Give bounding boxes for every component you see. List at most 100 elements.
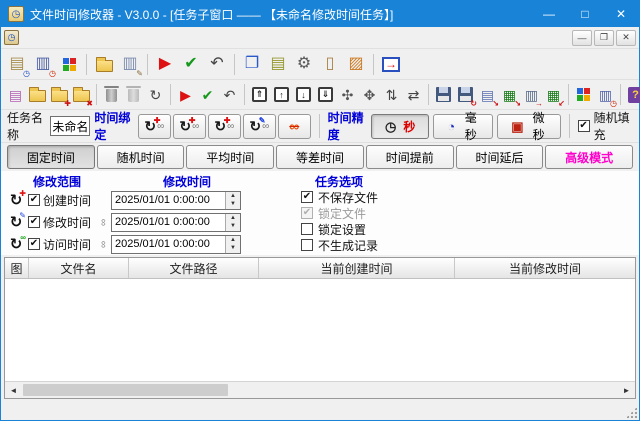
no-record-checkbox[interactable]: [301, 239, 313, 251]
refresh-list-icon[interactable]: ↻: [145, 84, 166, 106]
precision-seconds-button[interactable]: ◷ 秒: [371, 114, 429, 139]
unbind-all-button[interactable]: ∞: [278, 114, 311, 139]
resize-grip[interactable]: [626, 407, 637, 418]
modify-time-row: ↻✎ 修改时间 ∞ ▲▼: [7, 211, 297, 233]
run-task-icon[interactable]: ▶: [153, 52, 177, 76]
minimize-button[interactable]: —: [531, 1, 567, 27]
paste-add-files-icon[interactable]: ▤: [5, 84, 26, 106]
titlebar: ◷ 文件时间修改器 - V3.0.0 - [任务子窗口 —— 【未命名修改时间任…: [1, 1, 639, 27]
spread-out-icon[interactable]: ✣: [337, 84, 358, 106]
access-time-checkbox[interactable]: [28, 238, 40, 250]
tab-time-advance[interactable]: 时间提前: [366, 145, 454, 169]
precision-milliseconds-button[interactable]: ◔ 毫秒: [433, 114, 493, 139]
task-window-icon[interactable]: ◷: [4, 30, 19, 45]
program-modules-icon[interactable]: [57, 52, 81, 76]
move-down-icon[interactable]: ↓: [293, 84, 314, 106]
task-name-input[interactable]: [50, 116, 90, 136]
task-windows-icon[interactable]: ❐: [240, 52, 264, 76]
task-name-label: 任务名称: [7, 109, 46, 143]
link-icon[interactable]: ∞: [98, 217, 109, 227]
apply-check-icon[interactable]: ✔: [197, 84, 218, 106]
clear-list-icon[interactable]: [123, 84, 144, 106]
records-list-icon[interactable]: ▤: [266, 52, 290, 76]
maximize-button[interactable]: □: [567, 1, 603, 27]
option-no-record: 不生成记录: [301, 237, 633, 253]
exit-app-icon[interactable]: →: [379, 52, 403, 76]
move-top-icon[interactable]: ⇑: [249, 84, 270, 106]
tab-fixed-time[interactable]: 固定时间: [7, 145, 95, 169]
column-header-current-create-time[interactable]: 当前创建时间: [259, 258, 455, 278]
remove-folder-icon[interactable]: ✖: [71, 84, 92, 106]
tab-random-time[interactable]: 随机时间: [97, 145, 185, 169]
program-modules-icon[interactable]: [573, 84, 594, 106]
scroll-thumb[interactable]: [23, 384, 228, 396]
create-time-spinner[interactable]: ▲▼: [225, 192, 240, 209]
child-minimize-button[interactable]: —: [572, 30, 592, 46]
create-time-checkbox[interactable]: [28, 194, 40, 206]
bind-edit-time-button[interactable]: ↻✎∞: [243, 114, 276, 139]
create-time-input[interactable]: [112, 192, 225, 209]
move-bottom-icon[interactable]: ⇓: [315, 84, 336, 106]
lock-settings-checkbox[interactable]: [301, 223, 313, 235]
tab-average-time[interactable]: 平均时间: [186, 145, 274, 169]
tab-advanced-mode[interactable]: 高级模式: [545, 145, 633, 169]
modify-time-field: ▲▼: [111, 213, 241, 232]
column-header-icon[interactable]: 图: [5, 258, 29, 278]
modify-time-input[interactable]: [112, 214, 225, 231]
lock-file-checkbox[interactable]: [301, 207, 313, 219]
save-task-as-icon[interactable]: ▥✎: [118, 52, 142, 76]
table-body[interactable]: [5, 279, 635, 381]
random-fill-checkbox[interactable]: [578, 120, 590, 132]
bind-access-time-button[interactable]: ↻✚∞: [208, 114, 241, 139]
scroll-left-arrow[interactable]: ◄: [5, 382, 22, 398]
access-time-label: 访问时间: [43, 236, 95, 253]
export-rows-icon[interactable]: ▥→: [521, 84, 542, 106]
option-lock-file: 锁定文件: [301, 205, 633, 221]
shuffle-order-icon[interactable]: ⇄: [403, 84, 424, 106]
child-restore-button[interactable]: ❐: [594, 30, 614, 46]
bind-modify-time-button[interactable]: ↻✚∞: [173, 114, 206, 139]
help-book-icon[interactable]: ?: [625, 84, 640, 106]
scroll-right-arrow[interactable]: ►: [618, 382, 635, 398]
apply-check-icon[interactable]: ✔: [179, 52, 203, 76]
link-icon[interactable]: ∞: [98, 239, 109, 249]
access-time-field: ▲▼: [111, 235, 241, 254]
modify-time-spinner[interactable]: ▲▼: [225, 214, 240, 231]
gather-in-icon[interactable]: ✥: [359, 84, 380, 106]
save-list-refresh-icon[interactable]: ↻: [455, 84, 476, 106]
run-task-icon[interactable]: ▶: [175, 84, 196, 106]
move-up-icon[interactable]: ↑: [271, 84, 292, 106]
column-header-file-name[interactable]: 文件名: [29, 258, 129, 278]
undo-icon[interactable]: ↶: [205, 52, 229, 76]
access-time-input[interactable]: [112, 236, 225, 253]
settings-gear-icon[interactable]: ⚙: [292, 52, 316, 76]
save-time-task-icon[interactable]: ▥◷: [595, 84, 616, 106]
import-excel-icon[interactable]: ▦↙: [543, 84, 564, 106]
log-view-icon[interactable]: ▯: [318, 52, 342, 76]
access-time-spinner[interactable]: ▲▼: [225, 236, 240, 253]
tab-arithmetic-time[interactable]: 等差时间: [276, 145, 364, 169]
close-button[interactable]: ✕: [603, 1, 639, 27]
open-task-file-icon[interactable]: [92, 52, 116, 76]
bind-create-time-button[interactable]: ↻✚∞: [138, 114, 171, 139]
export-clipboard-icon[interactable]: ▤↘: [477, 84, 498, 106]
picture-view-icon[interactable]: ▨: [344, 52, 368, 76]
precision-microseconds-button[interactable]: ▣ 微秒: [497, 114, 561, 139]
delete-selected-icon[interactable]: [101, 84, 122, 106]
undo-icon[interactable]: ↶: [219, 84, 240, 106]
swap-order-icon[interactable]: ⇅: [381, 84, 402, 106]
column-header-file-path[interactable]: 文件路径: [129, 258, 259, 278]
column-header-current-modify-time[interactable]: 当前修改时间: [455, 258, 635, 278]
child-close-button[interactable]: ✕: [616, 30, 636, 46]
save-time-task-icon[interactable]: ▥◷: [31, 52, 55, 76]
save-list-icon[interactable]: [433, 84, 454, 106]
tab-time-delay[interactable]: 时间延后: [456, 145, 544, 169]
create-time-field: ▲▼: [111, 191, 241, 210]
modify-time-checkbox[interactable]: [28, 216, 40, 228]
access-time-row: ↻∞ 访问时间 ∞ ▲▼: [7, 233, 297, 255]
no-save-file-checkbox[interactable]: [301, 191, 313, 203]
add-folder-subdirs-icon[interactable]: ✚: [49, 84, 70, 106]
export-excel-icon[interactable]: ▦↘: [499, 84, 520, 106]
add-folder-icon[interactable]: [27, 84, 48, 106]
open-time-task-icon[interactable]: ▤◷: [5, 52, 29, 76]
